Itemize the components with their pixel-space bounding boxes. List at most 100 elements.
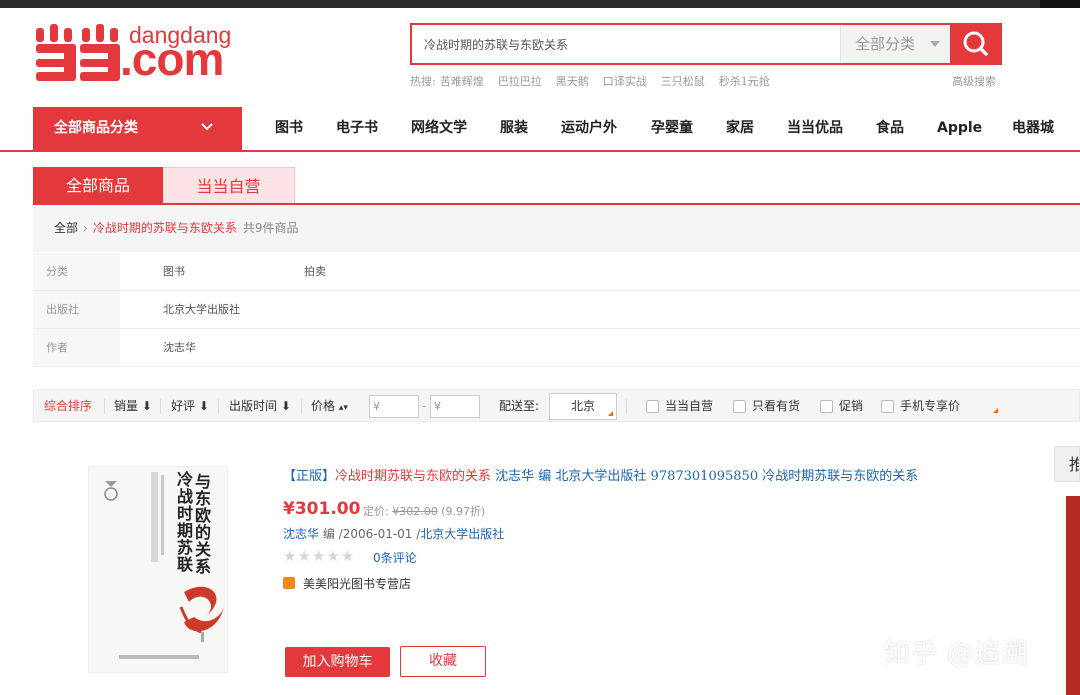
hot-search-term[interactable]: 巴拉巴拉 [498, 75, 542, 88]
hot-search-term[interactable]: 秒杀1元抢 [719, 75, 770, 88]
advanced-search-link[interactable]: 高级搜索 [952, 73, 996, 89]
original-price-value: ¥302.00 [392, 505, 438, 518]
filter-value[interactable]: 图书 [163, 253, 185, 290]
search-button[interactable] [950, 25, 1000, 63]
filter-row-publisher: 出版社 北京大学出版社 [33, 291, 1080, 329]
nav-item-appliances[interactable]: 电器城 [1012, 107, 1054, 150]
sort-sales[interactable]: 销量 ⬇ [114, 390, 152, 422]
breadcrumb: 全部 › 冷战时期的苏联与东欧关系 共9件商品 [33, 205, 1080, 252]
all-categories-label: 全部商品分类 [54, 120, 138, 136]
author-role: 编 [319, 527, 339, 541]
ship-city-select[interactable]: 北京 [549, 393, 617, 420]
tab-all-products[interactable]: 全部商品 [33, 167, 163, 204]
review-count-link[interactable]: 0条评论 [373, 549, 417, 566]
nav-item-food[interactable]: 食品 [876, 107, 904, 150]
nav-item-home[interactable]: 家居 [726, 107, 754, 150]
hot-search-term[interactable]: 苦难辉煌 [440, 75, 484, 88]
dangdang-logo-mark-icon [36, 24, 120, 81]
filter-label: 出版社 [33, 291, 120, 328]
shop-icon [283, 577, 295, 589]
divider [104, 399, 105, 414]
hot-search-term[interactable]: 黑天鹅 [556, 75, 589, 88]
sort-rating-label: 好评 [171, 399, 196, 413]
cover-title-line-2: 与东欧的关系 [195, 472, 212, 576]
checkbox-label[interactable]: 手机专享价 [900, 390, 960, 422]
star-icon: ★ [311, 547, 327, 565]
discount: (9.97折) [441, 505, 486, 518]
nav-item-dangdang-select[interactable]: 当当优品 [787, 107, 843, 150]
checkbox-promotion[interactable] [820, 400, 833, 413]
cover-title-line-1: 冷战时期苏联 [177, 470, 194, 574]
filter-value[interactable]: 拍卖 [304, 253, 326, 290]
nav-item-books[interactable]: 图书 [275, 107, 303, 150]
search-input[interactable] [412, 25, 840, 63]
add-to-cart-button[interactable]: 加入购物车 [285, 647, 390, 677]
price-min-input[interactable]: ¥ [369, 395, 419, 418]
checkbox-in-stock[interactable] [733, 400, 746, 413]
nav-item-apple[interactable]: Apple [937, 107, 982, 150]
chevron-down-icon [930, 41, 940, 47]
sort-rating[interactable]: 好评 ⬇ [171, 390, 209, 422]
breadcrumb-keyword[interactable]: 冷战时期的苏联与东欧关系 [93, 221, 237, 235]
corner-triangle-icon [993, 408, 998, 413]
publish-date: /2006-01-01 / [338, 527, 421, 541]
nav-item-clothing[interactable]: 服装 [500, 107, 528, 150]
nav-item-baby[interactable]: 孕婴童 [651, 107, 693, 150]
sort-default[interactable]: 综合排序 [44, 390, 92, 422]
tab-dangdang-self[interactable]: 当当自营 [163, 167, 295, 204]
rating-stars: ★★★★★ [283, 547, 355, 565]
product-cover-image[interactable]: 冷战时期苏联 与东欧的关系 [88, 466, 228, 673]
search-category-label: 全部分类 [855, 35, 916, 53]
nav-item-outdoor[interactable]: 运动户外 [561, 107, 617, 150]
sort-publish-date-label: 出版时间 [229, 399, 278, 413]
arrow-down-icon: ⬇ [198, 399, 209, 413]
filter-label: 作者 [33, 329, 120, 366]
sort-updown-icon: ▴▾ [338, 403, 348, 413]
checkbox-label[interactable]: 当当自营 [665, 390, 713, 422]
product-meta: 沈志华 编 /2006-01-01 /北京大学出版社 [283, 525, 504, 542]
hot-search-term[interactable]: 口译实战 [603, 75, 647, 88]
price-range-dash: - [422, 399, 427, 413]
result-count: 共9件商品 [242, 221, 299, 235]
divider [160, 399, 161, 414]
sort-sales-label: 销量 [114, 399, 139, 413]
hot-search-list: 热搜: 苦难辉煌 巴拉巴拉 黑天鹅 口译实战 三只松鼠 秒杀1元抢 [410, 73, 784, 89]
price-max-input[interactable]: ¥ [430, 395, 480, 418]
nav-item-web-literature[interactable]: 网络文学 [411, 107, 467, 150]
dangdang-logo[interactable]: dangdang .com [34, 22, 244, 84]
shop-link[interactable]: 美美阳光图书专营店 [283, 575, 411, 592]
recommend-panel-header: 推 [1054, 446, 1080, 482]
divider [218, 399, 219, 414]
original-price-label: 定价: [363, 505, 389, 518]
nav-item-ebooks[interactable]: 电子书 [336, 107, 378, 150]
recommend-product-image[interactable] [1066, 496, 1080, 695]
star-icon: ★ [326, 547, 341, 565]
checkbox-mobile-price[interactable] [881, 400, 894, 413]
main-nav: 全部商品分类 图书 电子书 网络文学 服装 运动户外 孕婴童 家居 当当优品 食… [0, 107, 1080, 152]
breadcrumb-root[interactable]: 全部 [54, 221, 78, 235]
product-title-link[interactable]: 【正版】冷战时期苏联与东欧的关系 沈志华 编 北京大学出版社 978730109… [283, 466, 1003, 488]
filter-row-author: 作者 沈志华 [33, 329, 1080, 367]
hot-search-term[interactable]: 三只松鼠 [661, 75, 705, 88]
ship-to-label: 配送至: [499, 399, 540, 413]
product-title-highlight: 冷战时期苏联与东欧的关系 [335, 469, 492, 484]
filter-value[interactable]: 北京大学出版社 [163, 291, 240, 328]
product-price: ¥301.00 [283, 499, 361, 519]
favorite-button[interactable]: 收藏 [400, 646, 486, 677]
checkbox-label[interactable]: 只看有货 [752, 390, 800, 422]
search-category-select[interactable]: 全部分类 [840, 25, 950, 63]
checkbox-self-operated[interactable] [646, 400, 659, 413]
search-bar: 全部分类 [410, 23, 1002, 65]
sort-price[interactable]: 价格 ▴▾ [311, 390, 348, 424]
sort-publish-date[interactable]: 出版时间 ⬇ [229, 390, 291, 422]
product-title-rest: 沈志华 编 北京大学出版社 9787301095850 冷战时期苏联与东欧的关系 [491, 469, 919, 484]
checkbox-label[interactable]: 促销 [839, 390, 863, 422]
author-link[interactable]: 沈志华 [283, 527, 319, 541]
filter-label: 分类 [33, 253, 120, 290]
all-categories-button[interactable]: 全部商品分类 [33, 107, 242, 150]
publisher-link[interactable]: 北京大学出版社 [420, 527, 504, 541]
filter-value[interactable]: 沈志华 [163, 329, 196, 366]
hot-search-label: 热搜: [410, 75, 436, 88]
divider [626, 399, 627, 414]
star-icon: ★ [340, 547, 356, 565]
